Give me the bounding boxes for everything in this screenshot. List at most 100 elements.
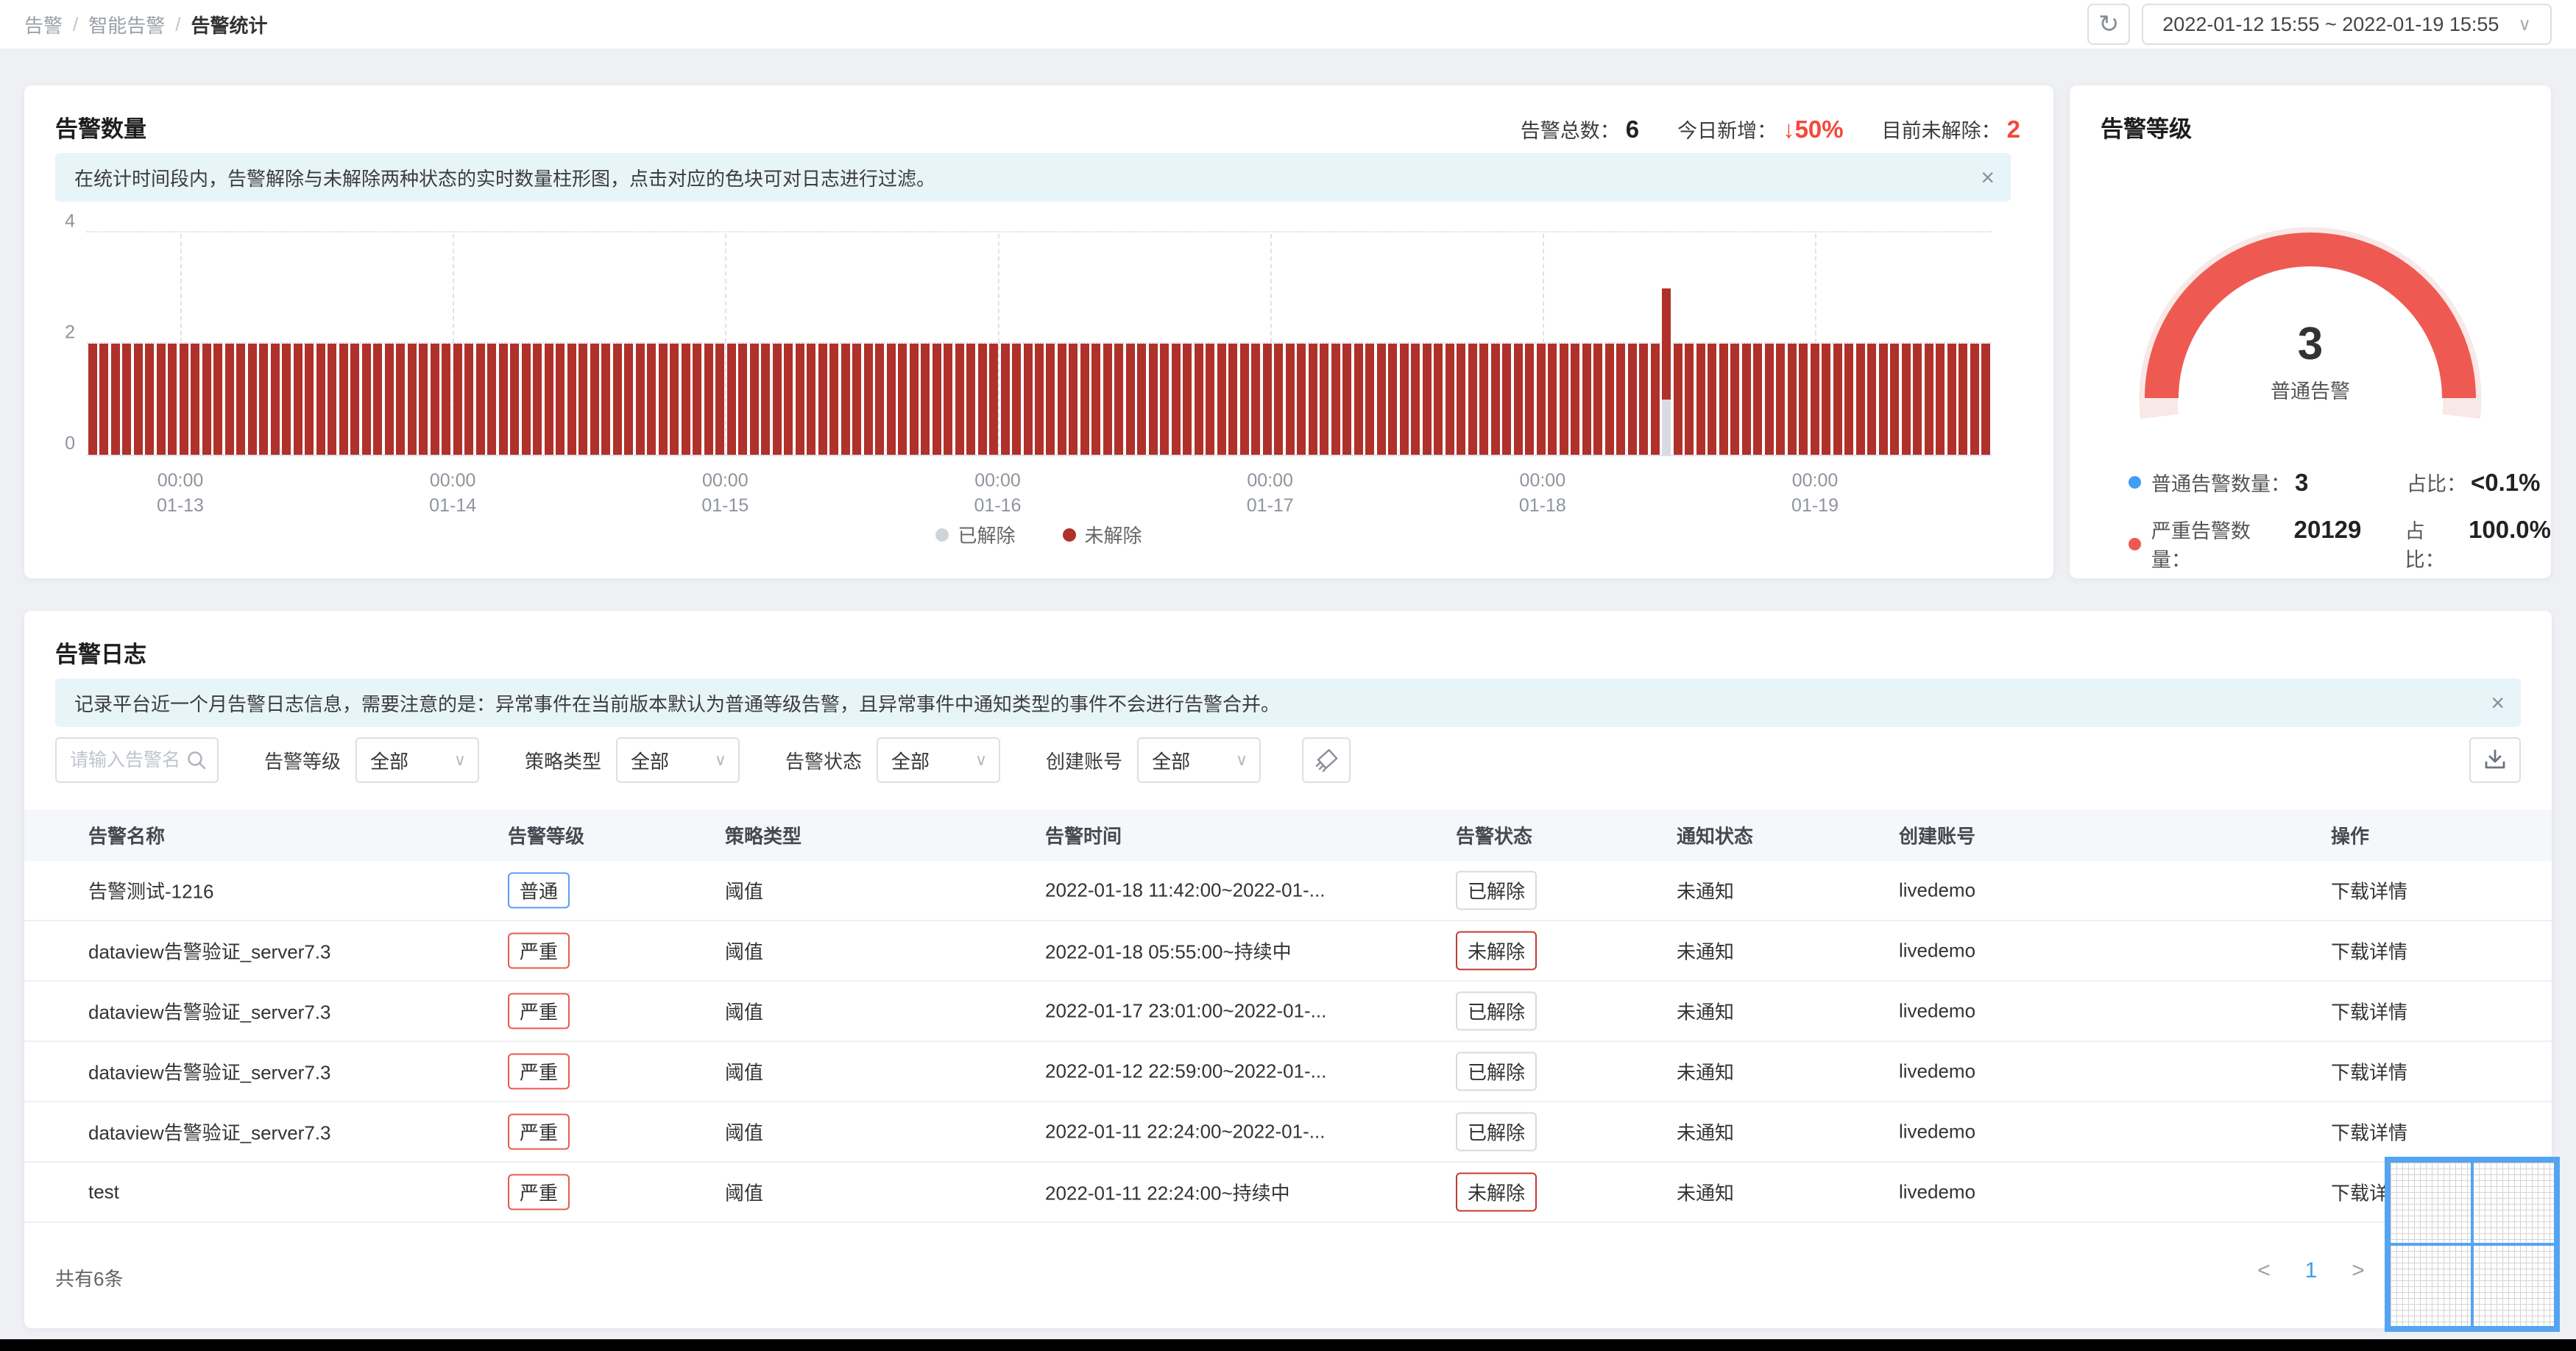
chart-bar[interactable] xyxy=(612,344,622,455)
chart-bar[interactable] xyxy=(1571,344,1580,455)
chart-bar[interactable] xyxy=(282,344,291,455)
bar-segment-unresolved[interactable] xyxy=(156,344,166,455)
bar-segment-unresolved[interactable] xyxy=(841,344,850,455)
chart-bar[interactable] xyxy=(772,344,782,455)
bar-segment-unresolved[interactable] xyxy=(224,344,234,455)
chart-bar[interactable] xyxy=(384,344,394,455)
chart-bar[interactable] xyxy=(704,344,713,455)
chart-bar[interactable] xyxy=(99,344,109,455)
chart-bar[interactable] xyxy=(533,344,542,455)
chart-bar[interactable] xyxy=(658,344,668,455)
bar-segment-unresolved[interactable] xyxy=(1730,344,1740,455)
chart-bar[interactable] xyxy=(396,344,406,455)
bar-segment-unresolved[interactable] xyxy=(1388,344,1398,455)
chart-bar[interactable] xyxy=(1103,344,1112,455)
bar-segment-unresolved[interactable] xyxy=(909,344,919,455)
chart-bar[interactable] xyxy=(624,344,634,455)
chart-bar[interactable] xyxy=(807,344,816,455)
legend-item-1[interactable]: 未解除 xyxy=(1062,521,1142,548)
chart-bar[interactable] xyxy=(1627,344,1637,455)
bar-segment-unresolved[interactable] xyxy=(1479,344,1489,455)
bar-segment-unresolved[interactable] xyxy=(1171,344,1181,455)
bar-segment-unresolved[interactable] xyxy=(875,344,885,455)
bar-segment-unresolved[interactable] xyxy=(1536,344,1546,455)
chart-bar[interactable] xyxy=(339,344,348,455)
chart-bar[interactable] xyxy=(1833,344,1842,455)
chart-bar[interactable] xyxy=(1855,344,1865,455)
bar-segment-unresolved[interactable] xyxy=(1958,344,1968,455)
chart-bar[interactable] xyxy=(122,344,132,455)
bar-segment-unresolved[interactable] xyxy=(99,344,109,455)
chart-bar[interactable] xyxy=(1000,344,1010,455)
bar-segment-unresolved[interactable] xyxy=(1091,344,1101,455)
bar-segment-unresolved[interactable] xyxy=(396,344,406,455)
legend-item-0[interactable]: 已解除 xyxy=(935,521,1016,548)
chart-bar[interactable] xyxy=(1490,344,1500,455)
bar-segment-unresolved[interactable] xyxy=(590,344,599,455)
clear-filters-button[interactable] xyxy=(1302,737,1351,783)
bar-segment-unresolved[interactable] xyxy=(1548,344,1557,455)
bar-segment-unresolved[interactable] xyxy=(1035,344,1044,455)
bar-segment-unresolved[interactable] xyxy=(1571,344,1580,455)
chart-bar[interactable] xyxy=(1787,344,1797,455)
bar-segment-unresolved[interactable] xyxy=(829,344,839,455)
chart-bar[interactable] xyxy=(966,344,976,455)
bar-segment-unresolved[interactable] xyxy=(179,344,188,455)
download-detail-link[interactable]: 下载详情 xyxy=(2331,877,2407,904)
chart-bar[interactable] xyxy=(1708,344,1717,455)
chart-bar[interactable] xyxy=(1125,344,1135,455)
bar-segment-unresolved[interactable] xyxy=(168,344,177,455)
bar-segment-unresolved[interactable] xyxy=(932,344,941,455)
alert-name-link[interactable]: dataview告警验证_server7.3 xyxy=(88,937,330,965)
alert-name-link[interactable]: dataview告警验证_server7.3 xyxy=(88,1058,330,1085)
bar-segment-unresolved[interactable] xyxy=(419,344,428,455)
bar-segment-unresolved[interactable] xyxy=(944,344,953,455)
chart-bar[interactable] xyxy=(419,344,428,455)
bar-segment-unresolved[interactable] xyxy=(818,344,827,455)
bar-segment-unresolved[interactable] xyxy=(236,344,246,455)
bar-segment-unresolved[interactable] xyxy=(1947,344,1956,455)
bar-segment-unresolved[interactable] xyxy=(407,344,417,455)
bar-segment-unresolved[interactable] xyxy=(886,344,896,455)
chart-bar[interactable] xyxy=(1730,344,1740,455)
chart-bar[interactable] xyxy=(1114,344,1124,455)
chart-bar[interactable] xyxy=(1057,344,1066,455)
chart-bar[interactable] xyxy=(1776,344,1786,455)
chart-bar[interactable] xyxy=(328,344,337,455)
chart-bar[interactable] xyxy=(293,344,302,455)
chart-bar[interactable] xyxy=(852,344,862,455)
chart-bar[interactable] xyxy=(464,344,474,455)
chart-bar[interactable] xyxy=(841,344,850,455)
chart-bar[interactable] xyxy=(442,344,451,455)
bar-segment-unresolved[interactable] xyxy=(784,344,793,455)
chart-bar[interactable] xyxy=(168,344,177,455)
bar-segment-unresolved[interactable] xyxy=(1502,344,1512,455)
chart-bar[interactable] xyxy=(1958,344,1968,455)
chart-bar[interactable] xyxy=(1342,344,1352,455)
chart-bar[interactable] xyxy=(761,344,771,455)
bar-segment-unresolved[interactable] xyxy=(1365,344,1375,455)
bar-segment-unresolved[interactable] xyxy=(282,344,291,455)
chart-bar[interactable] xyxy=(510,344,520,455)
bar-segment-unresolved[interactable] xyxy=(1753,344,1763,455)
alert-name-link[interactable]: dataview告警验证_server7.3 xyxy=(88,998,330,1025)
bar-segment-unresolved[interactable] xyxy=(955,344,964,455)
chart-bar[interactable] xyxy=(1297,344,1306,455)
chart-bar[interactable] xyxy=(977,344,987,455)
chart-bar[interactable] xyxy=(1673,344,1682,455)
breadcrumb-item-1[interactable]: 智能告警 xyxy=(88,11,165,38)
chart-bar[interactable] xyxy=(1035,344,1044,455)
chart-bar[interactable] xyxy=(921,344,930,455)
chart-bar[interactable] xyxy=(898,344,907,455)
bar-segment-unresolved[interactable] xyxy=(1627,344,1637,455)
chart-bar[interactable] xyxy=(795,344,804,455)
chart-bar[interactable] xyxy=(1936,344,1945,455)
chart-bar[interactable] xyxy=(1662,288,1671,455)
bar-segment-unresolved[interactable] xyxy=(647,344,657,455)
chart-bar[interactable] xyxy=(1913,344,1922,455)
chart-bar[interactable] xyxy=(601,344,611,455)
filter-select-create-account[interactable]: 全部 ∨ xyxy=(1137,737,1262,783)
bar-segment-unresolved[interactable] xyxy=(989,344,998,455)
chart-bar[interactable] xyxy=(1206,344,1215,455)
chart-bar[interactable] xyxy=(1457,344,1466,455)
